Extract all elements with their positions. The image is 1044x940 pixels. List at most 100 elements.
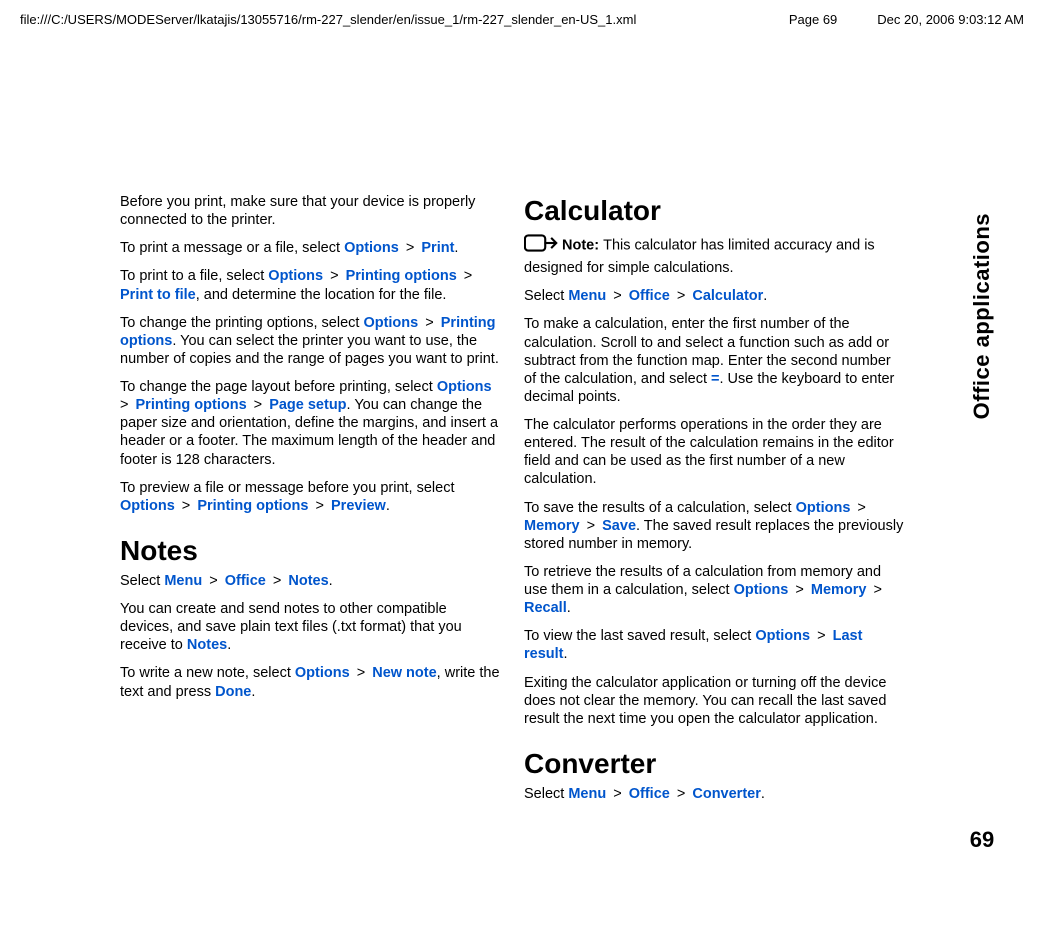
- separator: >: [120, 397, 133, 413]
- paragraph: Select Menu > Office > Notes.: [120, 572, 500, 590]
- column-right: Calculator Note: This calculator has lim…: [524, 193, 904, 813]
- menu-options: Options: [437, 379, 492, 395]
- text: .: [763, 288, 767, 304]
- menu-office: Office: [225, 573, 266, 589]
- header-bar: file:///C:/USERS/MODEServer/lkatajis/130…: [0, 0, 1044, 33]
- text: To print a message or a file, select: [120, 240, 344, 256]
- menu-options: Options: [755, 628, 810, 644]
- separator: >: [205, 573, 222, 589]
- separator: >: [311, 498, 328, 514]
- text: To write a new note, select: [120, 665, 295, 681]
- header-page-number: Page 69: [789, 12, 837, 27]
- menu-printing-options: Printing options: [346, 268, 457, 284]
- text: To print to a file, select: [120, 268, 268, 284]
- header-date: Dec 20, 2006 9:03:12 AM: [877, 12, 1024, 27]
- separator: >: [326, 268, 343, 284]
- text: , and determine the location for the fil…: [196, 287, 447, 303]
- paragraph: Before you print, make sure that your de…: [120, 193, 500, 229]
- sidebar-wrap: Office applications 69: [969, 213, 995, 853]
- paragraph: To print a message or a file, select Opt…: [120, 239, 500, 257]
- paragraph: To print to a file, select Options > Pri…: [120, 267, 500, 303]
- menu-recall: Recall: [524, 600, 567, 616]
- text: .: [567, 600, 571, 616]
- menu-options: Options: [295, 665, 350, 681]
- text: . The saved result replaces the previous…: [524, 518, 903, 552]
- paragraph: To write a new note, select Options > Ne…: [120, 664, 500, 700]
- separator: >: [609, 786, 626, 802]
- paragraph: Select Menu > Office > Calculator.: [524, 287, 904, 305]
- text: Select: [524, 786, 568, 802]
- menu-office: Office: [629, 288, 670, 304]
- page-container: file:///C:/USERS/MODEServer/lkatajis/130…: [0, 0, 1044, 933]
- section-title: Office applications: [969, 213, 995, 419]
- text: .: [251, 684, 255, 700]
- text: To view the last saved result, select: [524, 628, 755, 644]
- menu-new-note: New note: [372, 665, 436, 681]
- paragraph: To preview a file or message before you …: [120, 479, 500, 515]
- separator: >: [609, 288, 626, 304]
- paragraph: To view the last saved result, select Op…: [524, 627, 904, 663]
- columns: Before you print, make sure that your de…: [120, 193, 948, 813]
- file-path: file:///C:/USERS/MODEServer/lkatajis/130…: [20, 12, 749, 27]
- menu-options: Options: [734, 582, 789, 598]
- page-number: 69: [970, 827, 994, 853]
- paragraph: The calculator performs operations in th…: [524, 416, 904, 489]
- text: Select: [120, 573, 164, 589]
- paragraph: To save the results of a calculation, se…: [524, 499, 904, 553]
- menu-converter: Converter: [692, 786, 761, 802]
- paragraph: Exiting the calculator application or tu…: [524, 674, 904, 728]
- separator: >: [353, 665, 370, 681]
- menu-notes: Notes: [288, 573, 328, 589]
- text: Select: [524, 288, 568, 304]
- separator: >: [250, 397, 267, 413]
- menu-notes: Notes: [187, 637, 227, 653]
- note-label: Note:: [562, 237, 603, 253]
- text: .: [564, 646, 568, 662]
- text: To change the page layout before printin…: [120, 379, 437, 395]
- sidebar: Office applications 69: [960, 193, 1004, 853]
- note-paragraph: Note: This calculator has limited accura…: [524, 232, 904, 277]
- text: .: [329, 573, 333, 589]
- paragraph: You can create and send notes to other c…: [120, 600, 500, 654]
- paragraph: To change the printing options, select O…: [120, 314, 500, 368]
- column-left: Before you print, make sure that your de…: [120, 193, 500, 813]
- text: You can create and send notes to other c…: [120, 601, 462, 653]
- menu-options: Options: [363, 315, 418, 331]
- menu-options: Options: [344, 240, 399, 256]
- paragraph: Select Menu > Office > Converter.: [524, 785, 904, 803]
- text: To change the printing options, select: [120, 315, 363, 331]
- separator: >: [791, 582, 808, 598]
- text: .: [227, 637, 231, 653]
- menu-print: Print: [421, 240, 454, 256]
- text: .: [761, 786, 765, 802]
- menu-memory: Memory: [524, 518, 580, 534]
- separator: >: [673, 288, 690, 304]
- menu-print-to-file: Print to file: [120, 287, 196, 303]
- text: .: [454, 240, 458, 256]
- menu-menu: Menu: [164, 573, 202, 589]
- text: .: [386, 498, 390, 514]
- paragraph: To change the page layout before printin…: [120, 378, 500, 469]
- text: To preview a file or message before you …: [120, 480, 454, 496]
- separator: >: [813, 628, 830, 644]
- separator: >: [673, 786, 690, 802]
- note-icon: [524, 232, 558, 259]
- menu-printing-options: Printing options: [197, 498, 308, 514]
- separator: >: [402, 240, 419, 256]
- menu-office: Office: [629, 786, 670, 802]
- heading-converter: Converter: [524, 746, 904, 781]
- separator: >: [269, 573, 286, 589]
- menu-menu: Menu: [568, 786, 606, 802]
- text: To save the results of a calculation, se…: [524, 500, 796, 516]
- content-area: Before you print, make sure that your de…: [0, 33, 1044, 933]
- menu-calculator: Calculator: [692, 288, 763, 304]
- menu-page-setup: Page setup: [269, 397, 346, 413]
- paragraph: To make a calculation, enter the first n…: [524, 315, 904, 406]
- menu-options: Options: [120, 498, 175, 514]
- separator: >: [869, 582, 882, 598]
- text: . You can select the printer you want to…: [120, 333, 499, 367]
- separator: >: [583, 518, 600, 534]
- menu-save: Save: [602, 518, 636, 534]
- menu-options: Options: [796, 500, 851, 516]
- heading-calculator: Calculator: [524, 193, 904, 228]
